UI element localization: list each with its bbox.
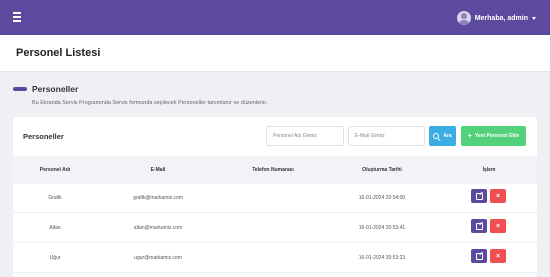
delete-button[interactable]: × (490, 249, 506, 263)
user-menu[interactable]: Merhaba, admin (456, 10, 536, 26)
close-icon: × (495, 192, 501, 200)
column-header-phone: Telefon Numarası (252, 167, 294, 173)
section-accent-bar (13, 87, 27, 91)
table-row: Altan altan@markamiz.com 16-01-2024 20:5… (13, 214, 537, 243)
chevron-down-icon (532, 16, 536, 20)
edit-icon (475, 252, 483, 260)
cell-name: Grafik (48, 195, 62, 201)
table-header: Personel Adı E-Mail Telefon Numarası Olu… (13, 156, 537, 184)
cell-email: ugur@markamiz.com (134, 255, 182, 261)
search-button-label: Ara (443, 133, 452, 139)
edit-button[interactable] (471, 189, 487, 203)
personnel-name-input[interactable] (266, 126, 344, 146)
edit-button[interactable] (471, 219, 487, 233)
search-button[interactable]: Ara (429, 126, 456, 146)
add-personnel-button[interactable]: + Yeni Personel Ekle (461, 126, 526, 146)
edit-button[interactable] (471, 249, 487, 263)
cell-email: altan@markamiz.com (133, 225, 183, 231)
cell-created: 16-01-2024 20:54:00 (358, 195, 406, 201)
column-header-name: Personel Adı (39, 167, 71, 173)
close-icon: × (495, 252, 501, 260)
cell-created: 16-01-2024 20:53:23 (358, 255, 406, 261)
page-title: Personel Listesi (16, 47, 101, 59)
add-personnel-label: Yeni Personel Ekle (474, 133, 520, 139)
cell-name: Uğur (49, 255, 61, 261)
top-navbar: Merhaba, admin (0, 0, 550, 35)
table-row: Grafik grafik@markamiz.com 16-01-2024 20… (13, 184, 537, 213)
personnel-card: Personeller Ara + Yeni Personel Ekle Per… (13, 117, 537, 277)
section-title: Personeller (32, 84, 79, 94)
delete-button[interactable]: × (490, 189, 506, 203)
table-row: Uğur ugur@markamiz.com 16-01-2024 20:53:… (13, 244, 537, 273)
edit-icon (475, 192, 483, 200)
user-avatar-icon (456, 11, 471, 25)
cell-name: Altan (49, 225, 61, 231)
section-description: Bu Ekranda Servis Programında Servis for… (32, 100, 268, 106)
card-title: Personeller (23, 132, 64, 141)
close-icon: × (495, 222, 501, 230)
column-header-email: E-Mail (150, 167, 166, 173)
delete-button[interactable]: × (490, 219, 506, 233)
column-header-created: Oluşturma Tarihi (362, 167, 402, 173)
plus-icon: + (467, 132, 472, 140)
cell-created: 16-01-2024 20:53:41 (358, 225, 406, 231)
page-header: Personel Listesi (0, 35, 550, 72)
cell-email: grafik@markamiz.com (133, 195, 183, 201)
search-icon (433, 133, 440, 139)
hamburger-icon[interactable] (13, 9, 21, 26)
edit-icon (475, 222, 483, 230)
user-greeting: Merhaba, admin (474, 14, 528, 22)
column-header-actions: İşlem (482, 167, 496, 173)
email-input[interactable] (348, 126, 425, 146)
